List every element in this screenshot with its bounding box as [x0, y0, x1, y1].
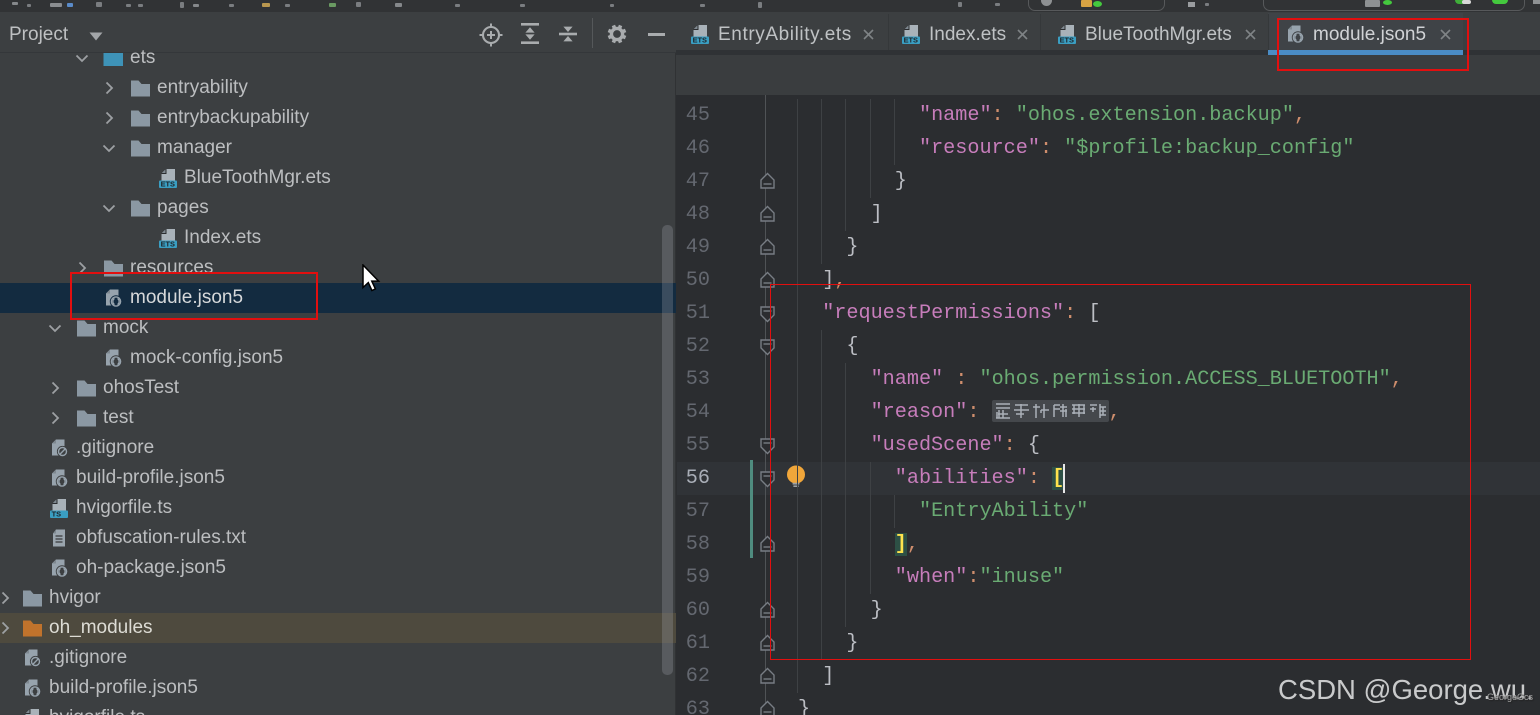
svg-text:TS: TS — [52, 510, 62, 518]
svg-text:ETS: ETS — [693, 36, 707, 44]
svg-text:ETS: ETS — [161, 180, 175, 188]
svg-text:ETS: ETS — [1060, 36, 1074, 44]
svg-text:ETS: ETS — [161, 240, 175, 248]
svg-text:ETS: ETS — [904, 36, 918, 44]
